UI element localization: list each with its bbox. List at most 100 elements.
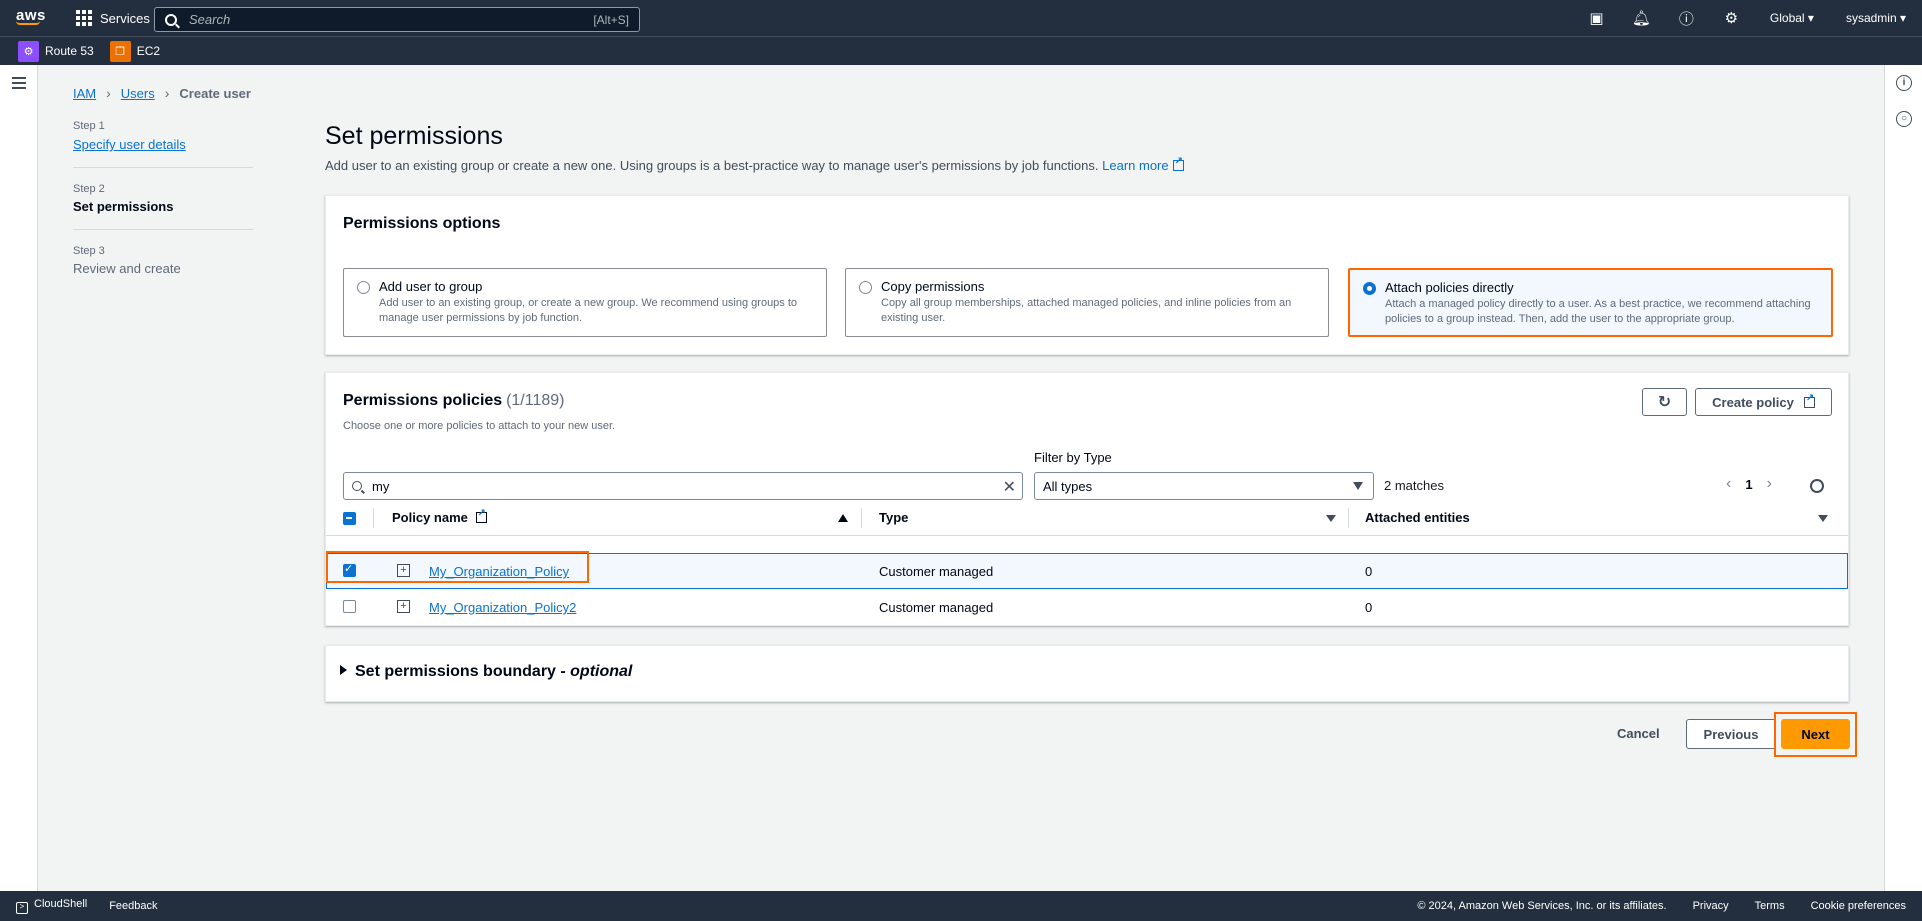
table-header: Policy name Type Attached entities: [326, 500, 1848, 536]
breadcrumb-iam[interactable]: IAM: [73, 86, 96, 101]
page-description-text: Add user to an existing group or create …: [325, 158, 1099, 173]
search-icon: [352, 481, 362, 491]
route53-icon: ⚙: [18, 40, 39, 62]
privacy-link[interactable]: Privacy: [1693, 900, 1729, 912]
permissions-boundary-toggle[interactable]: Set permissions boundary - optional: [340, 663, 632, 681]
policies-count: (1/1189): [506, 392, 565, 409]
clear-icon[interactable]: ✕: [1003, 477, 1016, 497]
learn-more-label: Learn more: [1102, 158, 1169, 173]
permissions-options-card: Permissions options Add user to group Ad…: [325, 195, 1849, 355]
filter-type-value: All types: [1043, 478, 1093, 494]
chevron-right-icon: ›: [164, 85, 170, 101]
cloudshell-icon[interactable]: ▣: [1574, 9, 1619, 27]
prev-page-icon[interactable]: ‹: [1726, 475, 1731, 493]
grid-icon: [76, 10, 92, 26]
services-menu-button[interactable]: Services: [76, 10, 150, 26]
current-page[interactable]: 1: [1745, 477, 1752, 492]
feedback-link[interactable]: Feedback: [109, 900, 157, 912]
favorite-ec2[interactable]: ❒ EC2: [109, 40, 161, 62]
filter-type-select[interactable]: All types: [1034, 472, 1374, 500]
permissions-boundary-card[interactable]: Set permissions boundary - optional: [325, 645, 1849, 702]
sort-icon[interactable]: [1326, 515, 1336, 522]
aws-logo[interactable]: aws: [16, 7, 46, 25]
footer: > CloudShell Feedback © 2024, Amazon Web …: [0, 891, 1922, 921]
region-menu[interactable]: Global: [1770, 11, 1814, 25]
filter-by-type-label: Filter by Type: [1034, 450, 1112, 465]
learn-more-link[interactable]: Learn more: [1102, 156, 1184, 173]
sort-ascending-icon[interactable]: [838, 514, 848, 522]
top-right-toolbar: ▣ 🔔︎ ⓘ ⚙ Global sysadmin: [1574, 0, 1922, 36]
radio-copy-permissions[interactable]: [859, 281, 872, 294]
option-copy-permissions[interactable]: Copy permissions Copy all group membersh…: [845, 268, 1329, 337]
boundary-title: Set permissions boundary -: [355, 663, 571, 680]
top-navigation: aws Services Search [Alt+S] ▣ 🔔︎ ⓘ ⚙ Glo…: [0, 0, 1922, 36]
sort-icon[interactable]: [1818, 515, 1828, 522]
policy-link[interactable]: My_Organization_Policy2: [429, 600, 576, 615]
preferences-gear-icon[interactable]: [1810, 479, 1824, 493]
page-title: Set permissions: [325, 122, 503, 150]
pagination: ‹ 1 ›: [1726, 475, 1772, 493]
row-checkbox[interactable]: [343, 600, 356, 613]
gear-icon[interactable]: ⚙: [1709, 9, 1754, 27]
settings-panel-icon[interactable]: ○: [1896, 111, 1912, 127]
step-label: Review and create: [73, 261, 181, 276]
expand-icon[interactable]: +: [397, 600, 410, 613]
copyright-text: © 2024, Amazon Web Services, Inc. or its…: [1417, 900, 1667, 912]
option-description: Attach a managed policy directly to a us…: [1385, 298, 1811, 325]
terms-link[interactable]: Terms: [1755, 900, 1785, 912]
cancel-button[interactable]: Cancel: [1617, 726, 1660, 741]
favorite-label: EC2: [136, 44, 161, 58]
next-button[interactable]: Next: [1781, 719, 1850, 749]
step-3: Step 3 Review and create: [73, 245, 253, 291]
policy-search-input[interactable]: my ✕: [343, 472, 1023, 500]
info-icon[interactable]: i: [1896, 75, 1912, 91]
page-description: Add user to an existing group or create …: [325, 156, 1184, 173]
refresh-icon: ↻: [1657, 394, 1672, 411]
table-row[interactable]: + My_Organization_Policy2 Customer manag…: [326, 590, 1848, 626]
ec2-icon: ❒: [109, 40, 131, 62]
step-1: Step 1 Specify user details: [73, 120, 253, 168]
cloudshell-button[interactable]: > CloudShell: [16, 898, 87, 914]
column-header-policy-name[interactable]: Policy name: [392, 508, 487, 525]
services-label: Services: [100, 10, 150, 26]
left-sidebar-strip: [0, 65, 38, 891]
external-link-icon: [475, 508, 487, 523]
favorite-route53[interactable]: ⚙ Route 53: [18, 40, 94, 62]
search-placeholder: Search: [189, 12, 231, 27]
radio-attach-policies-directly[interactable]: [1363, 282, 1376, 295]
account-menu[interactable]: sysadmin: [1846, 11, 1906, 25]
bell-icon[interactable]: 🔔︎: [1619, 9, 1664, 27]
help-icon[interactable]: ⓘ: [1664, 8, 1709, 29]
step-link-user-details[interactable]: Specify user details: [73, 137, 186, 152]
previous-button[interactable]: Previous: [1686, 719, 1776, 749]
refresh-button[interactable]: ↻: [1642, 388, 1687, 416]
breadcrumb-users[interactable]: Users: [121, 86, 155, 101]
attached-entities: 0: [1365, 564, 1373, 579]
attached-entities: 0: [1365, 600, 1373, 615]
select-all-checkbox[interactable]: [343, 512, 356, 525]
option-title: Copy permissions: [881, 279, 985, 294]
caret-right-icon: [340, 665, 347, 675]
policies-title: Permissions policies: [343, 392, 503, 409]
breadcrumb-current: Create user: [179, 85, 251, 101]
permissions-options-title: Permissions options: [343, 215, 501, 232]
column-header-type[interactable]: Type: [879, 510, 908, 525]
external-link-icon: [1172, 156, 1184, 171]
cloudshell-icon: >: [16, 902, 28, 914]
hamburger-menu-icon[interactable]: [12, 77, 26, 92]
previous-label: Previous: [1703, 726, 1759, 742]
column-divider: [861, 508, 862, 528]
create-policy-button[interactable]: Create policy: [1695, 388, 1832, 416]
global-search-input[interactable]: Search [Alt+S]: [154, 7, 640, 32]
next-page-icon[interactable]: ›: [1767, 475, 1772, 493]
policy-type: Customer managed: [879, 600, 994, 615]
option-attach-policies-directly[interactable]: Attach policies directly Attach a manage…: [1348, 268, 1833, 337]
radio-add-user-to-group[interactable]: [357, 281, 370, 294]
column-header-attached-entities[interactable]: Attached entities: [1365, 510, 1470, 525]
option-add-user-to-group[interactable]: Add user to group Add user to an existin…: [343, 268, 827, 337]
option-title: Add user to group: [379, 279, 483, 294]
policies-header: Permissions policies (1/1189): [343, 392, 564, 410]
right-sidebar-strip: i ○: [1884, 65, 1922, 891]
cookie-preferences-link[interactable]: Cookie preferences: [1811, 900, 1906, 912]
column-divider: [1348, 508, 1349, 528]
